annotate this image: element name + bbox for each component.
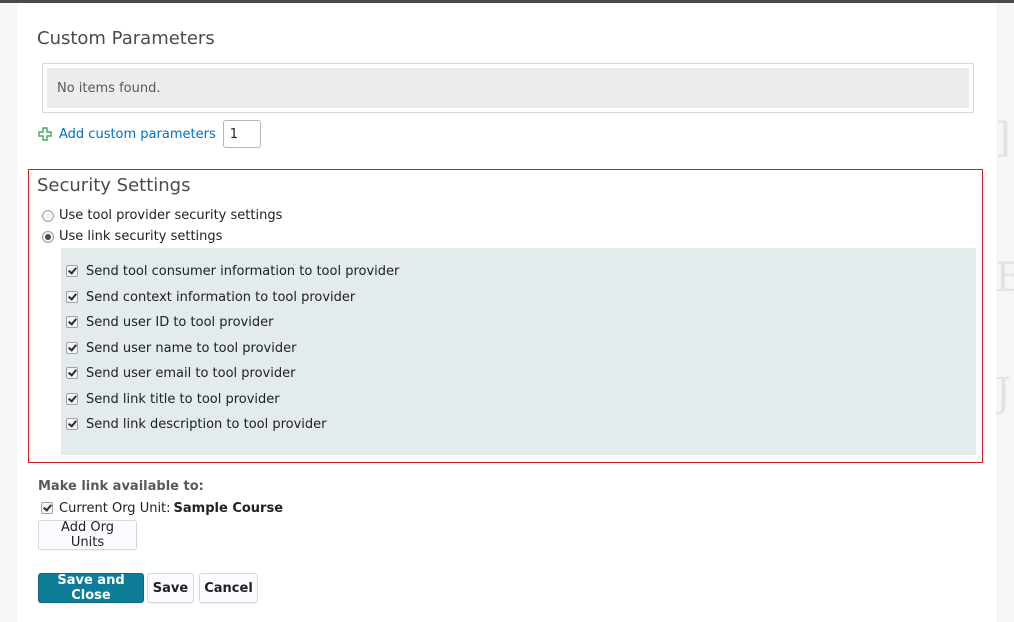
checkbox-label: Send user email to tool provider bbox=[86, 365, 296, 381]
radio-link-security[interactable]: Use link security settings bbox=[42, 229, 222, 244]
org-unit-prefix: Current Org Unit: bbox=[59, 500, 171, 516]
form-panel: Custom Parameters No items found. Add cu… bbox=[17, 3, 996, 622]
empty-list-message: No items found. bbox=[47, 68, 969, 108]
availability-label: Make link available to: bbox=[38, 479, 204, 494]
radio-tool-provider-security[interactable]: Use tool provider security settings bbox=[42, 208, 282, 223]
save-button[interactable]: Save bbox=[147, 573, 194, 603]
add-custom-parameters-link[interactable]: Add custom parameters bbox=[59, 127, 216, 142]
checkbox-label: Send tool consumer information to tool p… bbox=[86, 263, 400, 279]
org-unit-name: Sample Course bbox=[173, 500, 284, 516]
checkbox[interactable] bbox=[66, 367, 78, 379]
radio-button[interactable] bbox=[42, 230, 54, 243]
checkbox[interactable] bbox=[66, 393, 78, 405]
custom-parameters-list: No items found. bbox=[42, 63, 974, 113]
background-decoration: J bbox=[995, 370, 1012, 416]
checkbox-label: Send user name to tool provider bbox=[86, 340, 297, 356]
checkbox-send-user-email[interactable]: Send user email to tool provider bbox=[66, 364, 295, 382]
plus-icon[interactable] bbox=[38, 127, 52, 141]
parameter-count-input[interactable] bbox=[222, 120, 261, 148]
checkbox-label: Send context information to tool provide… bbox=[86, 289, 356, 305]
checkbox-send-context-info[interactable]: Send context information to tool provide… bbox=[66, 288, 355, 306]
checkbox[interactable] bbox=[66, 291, 78, 303]
background-decoration: B bbox=[995, 255, 1014, 301]
add-custom-parameters-row: Add custom parameters bbox=[38, 119, 261, 149]
checkbox-send-link-description[interactable]: Send link description to tool provider bbox=[66, 415, 327, 433]
radio-label: Use tool provider security settings bbox=[59, 208, 283, 223]
checkbox[interactable] bbox=[41, 502, 53, 514]
checkbox-label: Send link title to tool provider bbox=[86, 391, 280, 407]
security-settings-heading: Security Settings bbox=[37, 175, 191, 196]
checkbox[interactable] bbox=[66, 316, 78, 328]
add-org-units-button[interactable]: Add Org Units bbox=[38, 520, 137, 550]
checkbox-current-org-unit[interactable]: Current Org Unit: Sample Course bbox=[41, 499, 283, 517]
link-security-options: Send tool consumer information to tool p… bbox=[61, 248, 976, 455]
security-settings-section: Security Settings Use tool provider secu… bbox=[28, 169, 983, 463]
checkbox[interactable] bbox=[66, 342, 78, 354]
save-and-close-button[interactable]: Save and Close bbox=[38, 573, 144, 603]
checkbox-send-user-name[interactable]: Send user name to tool provider bbox=[66, 339, 296, 357]
checkbox-label: Send link description to tool provider bbox=[86, 416, 327, 432]
background-decoration: ] bbox=[995, 115, 1011, 161]
checkbox-label: Send user ID to tool provider bbox=[86, 314, 274, 330]
checkbox[interactable] bbox=[66, 265, 78, 277]
checkbox[interactable] bbox=[66, 418, 78, 430]
checkbox-send-user-id[interactable]: Send user ID to tool provider bbox=[66, 313, 273, 331]
checkbox-send-consumer-info[interactable]: Send tool consumer information to tool p… bbox=[66, 262, 399, 280]
custom-parameters-heading: Custom Parameters bbox=[37, 28, 215, 49]
radio-button[interactable] bbox=[42, 209, 54, 222]
cancel-button[interactable]: Cancel bbox=[199, 573, 258, 603]
checkbox-send-link-title[interactable]: Send link title to tool provider bbox=[66, 390, 280, 408]
radio-label: Use link security settings bbox=[59, 229, 223, 244]
